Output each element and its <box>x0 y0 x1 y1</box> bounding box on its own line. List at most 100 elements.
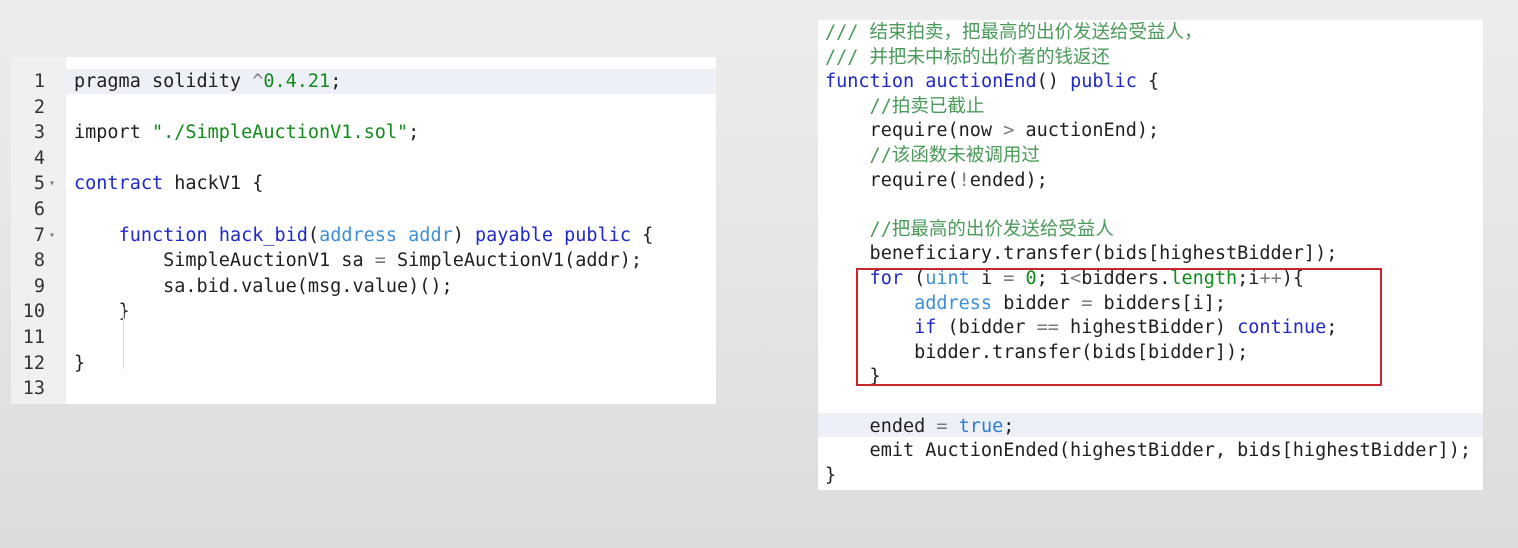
code-line[interactable]: 6 <box>11 197 716 223</box>
code-token: auctionEnd <box>925 71 1037 93</box>
code-line[interactable]: 12} <box>11 351 716 377</box>
code-line: /// 并把未中标的出价者的钱返还 <box>825 46 1483 71</box>
code-line[interactable]: 1 pragma solidity ^0.4.21; <box>11 69 716 95</box>
line-number: 9 <box>33 275 45 297</box>
code-token: //拍卖已截止 <box>825 95 985 117</box>
code-token: payable <box>475 224 553 246</box>
code-token: //把最高的出价发送给受益人 <box>825 218 1114 240</box>
code-line: require(now > auctionEnd); <box>825 119 1483 144</box>
right-code-lines: /// 结束拍卖，把最高的出价发送给受益人，/// 并把未中标的出价者的钱返还 f… <box>825 21 1483 488</box>
code-line: } <box>825 464 1483 489</box>
code-token: hackV1 { <box>163 173 264 195</box>
right-code-snippet: /// 结束拍卖，把最高的出价发送给受益人，/// 并把未中标的出价者的钱返还 f… <box>818 20 1483 490</box>
code-token: = <box>374 250 386 272</box>
code-text: } <box>74 299 130 325</box>
fold-toggle-icon[interactable]: ▾ <box>49 223 55 249</box>
line-number: 2 <box>33 96 45 118</box>
code-text: import "./SimpleAuctionV1.sol"; <box>74 120 419 146</box>
code-line[interactable]: 7 ▾ function hack_bid(address addr) payab… <box>11 223 716 249</box>
code-text: sa.bid.value(msg.value)(); <box>74 274 453 300</box>
code-token: emit AuctionEnded(highestBidder, bids[hi… <box>825 440 1472 462</box>
code-token: public <box>564 224 631 246</box>
code-text: SimpleAuctionV1 sa = SimpleAuctionV1(add… <box>74 248 642 274</box>
code-token: { <box>1136 71 1160 93</box>
left-code-editor[interactable]: 1 pragma solidity ^0.4.21; 2 3 import "./Sim… <box>11 57 716 404</box>
code-token: address <box>319 224 398 246</box>
code-token: contract <box>74 173 164 195</box>
code-line: //把最高的出价发送给受益人 <box>825 218 1483 243</box>
code-token: beneficiary.transfer(bids[highestBidder]… <box>825 243 1338 265</box>
code-token: ended <box>825 415 937 437</box>
code-line: /// 结束拍卖，把最高的出价发送给受益人， <box>825 21 1483 46</box>
line-number: 6 <box>33 198 45 220</box>
code-token: require( <box>825 169 959 191</box>
code-token: public <box>1070 71 1137 93</box>
code-token: function <box>825 71 915 93</box>
line-number: 5 <box>33 173 45 195</box>
code-line[interactable]: 13 <box>11 376 716 402</box>
code-token: pragma solidity <box>74 71 253 92</box>
fold-toggle-icon[interactable]: ▾ <box>49 171 55 197</box>
code-token: /// 并把未中标的出价者的钱返还 <box>825 46 1111 68</box>
code-line[interactable]: 9 sa.bid.value(msg.value)(); <box>11 274 716 300</box>
code-token: addr <box>408 224 453 246</box>
code-token: function <box>118 224 208 246</box>
highlight-box <box>856 268 1382 386</box>
code-token: } <box>825 464 837 486</box>
code-token: //该函数未被调用过 <box>825 144 1040 166</box>
line-number: 7 <box>33 224 45 246</box>
code-token: ; <box>408 122 420 144</box>
code-token: true <box>958 415 1004 437</box>
code-token: hack_bid <box>218 224 308 246</box>
code-token: SimpleAuctionV1 sa <box>74 250 375 272</box>
code-text: } <box>74 351 85 377</box>
code-line[interactable]: 3 import "./SimpleAuctionV1.sol"; <box>11 120 716 146</box>
code-line: ended = true; <box>825 415 1483 440</box>
code-line[interactable]: 2 <box>11 95 716 121</box>
code-token: } <box>74 352 86 374</box>
code-token: ; <box>330 71 342 92</box>
code-token: 0.4.21 <box>263 71 331 92</box>
code-token: require(now <box>825 120 1004 142</box>
code-text: pragma solidity ^0.4.21; <box>74 69 341 95</box>
code-token: ! <box>958 169 970 191</box>
line-number: 11 <box>22 326 45 348</box>
code-token: } <box>74 301 130 323</box>
code-token: ; <box>1003 415 1015 437</box>
code-token: sa.bid.value(msg.value)(); <box>74 275 453 297</box>
code-line[interactable]: 4 <box>11 146 716 172</box>
code-line[interactable]: 8 SimpleAuctionV1 sa = SimpleAuctionV1(a… <box>11 248 716 274</box>
indent-guide <box>123 307 124 369</box>
code-token: import <box>74 122 152 144</box>
code-token: /// 结束拍卖，把最高的出价发送给受益人， <box>825 22 1203 43</box>
code-token: = <box>936 415 948 437</box>
code-token: > <box>1003 120 1015 142</box>
code-token: "./SimpleAuctionV1.sol" <box>151 122 409 144</box>
code-line: //拍卖已截止 <box>825 95 1483 120</box>
code-token: { <box>630 224 654 246</box>
code-text: contract hackV1 { <box>74 171 263 197</box>
code-token: ended); <box>969 169 1048 191</box>
line-number: 13 <box>22 378 45 400</box>
code-text: function hack_bid(address addr) payable … <box>74 223 654 249</box>
code-line[interactable]: 11 <box>11 325 716 351</box>
line-number: 8 <box>33 250 45 272</box>
code-line: function auctionEnd() public { <box>825 70 1483 95</box>
code-token: auctionEnd); <box>1014 120 1160 142</box>
code-line[interactable]: 10 } <box>11 299 716 325</box>
line-number: 10 <box>22 301 45 323</box>
code-token: SimpleAuctionV1(addr); <box>385 250 643 272</box>
line-number: 12 <box>22 352 45 374</box>
code-token: ( <box>307 224 320 246</box>
line-number: 1 <box>33 71 45 92</box>
left-code-lines: 1 pragma solidity ^0.4.21; 2 3 import "./Sim… <box>11 69 716 402</box>
line-number: 4 <box>33 147 45 169</box>
code-line: require(!ended); <box>825 169 1483 194</box>
code-line[interactable]: 5 ▾ contract hackV1 { <box>11 171 716 197</box>
code-line: //该函数未被调用过 <box>825 144 1483 169</box>
